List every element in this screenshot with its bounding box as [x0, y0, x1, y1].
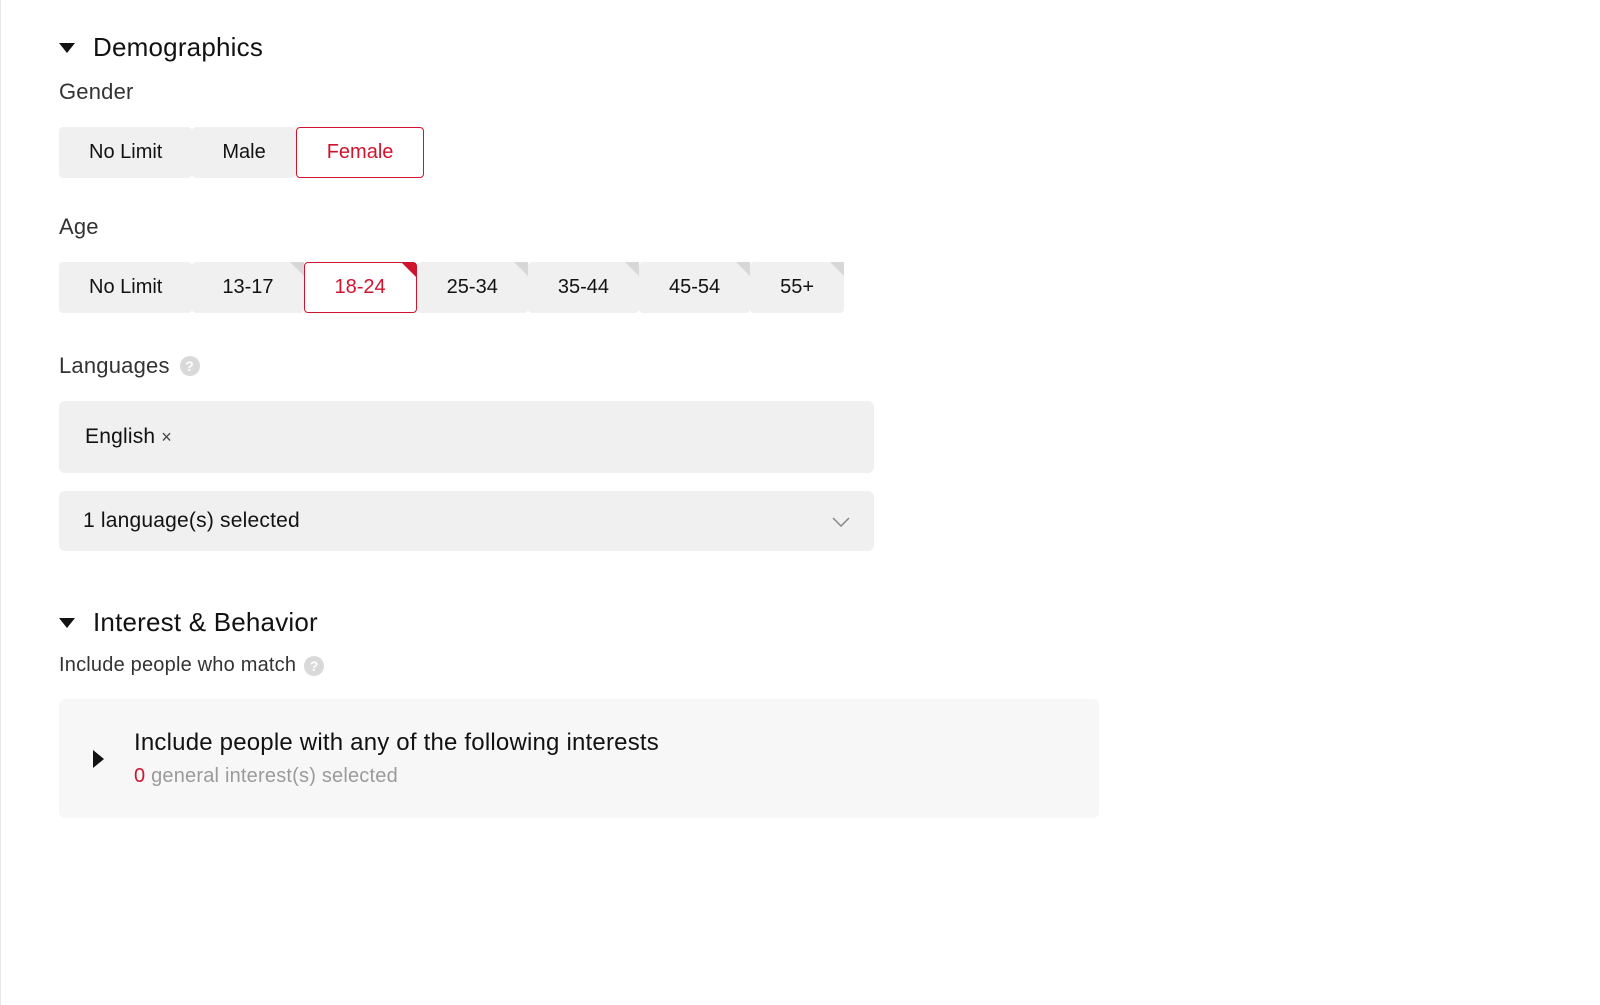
age-option-no-limit[interactable]: No Limit: [59, 262, 192, 313]
interest-title: Interest & Behavior: [93, 607, 318, 638]
languages-select-text: 1 language(s) selected: [83, 509, 300, 533]
language-tag-english: English ×: [85, 425, 172, 449]
age-option-35-44[interactable]: 35-44: [528, 262, 639, 313]
corner-icon: [625, 262, 639, 276]
demographics-title: Demographics: [93, 32, 263, 63]
age-label: Age: [59, 214, 1542, 240]
age-option-45-54[interactable]: 45-54: [639, 262, 750, 313]
age-toggle-group: No Limit13-1718-2425-3435-4445-5455+: [59, 262, 1542, 313]
gender-option-female[interactable]: Female: [296, 127, 425, 178]
chevron-down-icon: [832, 510, 850, 533]
gender-toggle-group: No LimitMaleFemale: [59, 127, 1542, 178]
age-option-55-[interactable]: 55+: [750, 262, 844, 313]
age-option-13-17[interactable]: 13-17: [192, 262, 303, 313]
chevron-down-icon: [59, 618, 75, 628]
age-option-25-34[interactable]: 25-34: [417, 262, 528, 313]
corner-icon: [830, 262, 844, 276]
language-tag-label: English: [85, 425, 155, 449]
gender-label: Gender: [59, 79, 1542, 105]
corner-icon: [290, 262, 304, 276]
corner-icon: [402, 263, 416, 277]
interests-card-subtitle: 0 general interest(s) selected: [134, 765, 659, 788]
demographics-header[interactable]: Demographics: [59, 32, 1542, 63]
gender-option-male[interactable]: Male: [192, 127, 295, 178]
interest-header[interactable]: Interest & Behavior: [59, 607, 1542, 638]
chevron-down-icon: [59, 43, 75, 53]
gender-option-no-limit[interactable]: No Limit: [59, 127, 192, 178]
help-icon[interactable]: ?: [180, 356, 200, 376]
interests-count: 0: [134, 765, 145, 787]
remove-tag-icon[interactable]: ×: [161, 427, 172, 448]
interests-card-title: Include people with any of the following…: [134, 729, 659, 757]
corner-icon: [514, 262, 528, 276]
languages-tag-box[interactable]: English ×: [59, 401, 874, 473]
include-match-label: Include people who match: [59, 654, 296, 677]
age-option-18-24[interactable]: 18-24: [304, 262, 417, 313]
help-icon[interactable]: ?: [304, 656, 324, 676]
interests-card[interactable]: Include people with any of the following…: [59, 699, 1099, 818]
languages-select[interactable]: 1 language(s) selected: [59, 491, 874, 551]
interests-count-suffix: general interest(s) selected: [145, 765, 398, 787]
chevron-right-icon: [93, 750, 104, 768]
languages-label: Languages: [59, 353, 170, 379]
corner-icon: [736, 262, 750, 276]
